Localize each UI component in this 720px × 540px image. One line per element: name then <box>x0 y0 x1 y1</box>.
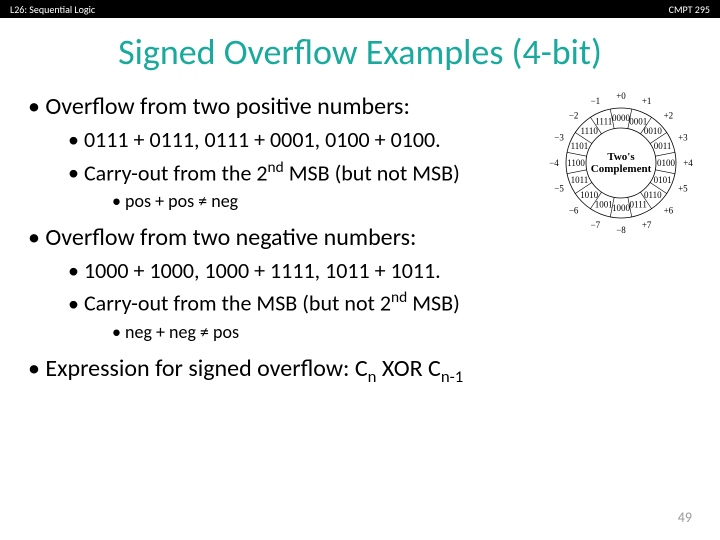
wheel-bin-label: 0111 <box>630 200 647 210</box>
wheel-dec-label: +7 <box>642 220 652 230</box>
wheel-dec-label: −5 <box>554 184 564 194</box>
wheel-center-line2: Complement <box>591 163 652 175</box>
wheel-dec-label: −1 <box>591 96 601 106</box>
wheel-bin-label: 1100 <box>567 158 585 168</box>
wheel-bin-label: 0110 <box>644 190 662 200</box>
wheel-bin-label: 1000 <box>612 203 631 213</box>
slide: L26: Sequential Logic CMPT 295 Signed Ov… <box>0 0 720 540</box>
wheel-bin-label: 1011 <box>571 175 589 185</box>
top-bar: L26: Sequential Logic CMPT 295 <box>0 0 720 18</box>
wheel-bin-label: 1101 <box>571 141 589 151</box>
header-left: L26: Sequential Logic <box>10 3 95 16</box>
bullet-negative-carry: Carry-out from the MSB (but not 2nd MSB) <box>68 288 700 317</box>
slide-title: Signed Overflow Examples (4-bit) <box>0 30 720 74</box>
wheel-dec-label: −8 <box>616 225 626 235</box>
wheel-bin-label: 1001 <box>595 200 613 210</box>
wheel-dec-label: +6 <box>664 205 674 215</box>
wheel-bin-label: 0010 <box>644 126 663 136</box>
wheel-bin-label: 1110 <box>581 126 599 136</box>
bullet-negative-examples: 1000 + 1000, 1000 + 1111, 1011 + 1011. <box>68 257 700 285</box>
wheel-dec-label: +1 <box>642 96 652 106</box>
wheel-bin-label: 1111 <box>595 116 612 126</box>
wheel-dec-label: +5 <box>678 184 688 194</box>
wheel-dec-label: +0 <box>616 91 626 101</box>
wheel-bin-label: 0101 <box>654 175 672 185</box>
slide-number: 49 <box>678 509 692 526</box>
wheel-dec-label: −6 <box>569 205 579 215</box>
bullet-expression: Expression for signed overflow: Cn XOR C… <box>28 354 700 387</box>
wheel-dec-label: +3 <box>678 132 688 142</box>
wheel-bin-label: 1010 <box>580 190 599 200</box>
twos-complement-wheel: 000000010010 0011 0100 0101 0110011110001001… <box>536 78 706 248</box>
wheel-bin-label: 0011 <box>654 141 672 151</box>
wheel-dec-label: +2 <box>664 111 674 121</box>
wheel-dec-label: −4 <box>549 158 559 168</box>
wheel-dec-label: −2 <box>569 111 579 121</box>
wheel-bin-label: 0001 <box>629 116 647 126</box>
wheel-dec-label: −3 <box>554 132 564 142</box>
header-right: CMPT 295 <box>669 3 710 16</box>
wheel-bin-label: 0000 <box>612 113 631 123</box>
wheel-bin-label: 0100 <box>657 158 676 168</box>
wheel-center-line1: Two's <box>607 151 635 163</box>
bullet-negative-rule: neg + neg ≠ pos <box>112 321 700 344</box>
wheel-dec-label: +4 <box>683 158 693 168</box>
wheel-dec-label: −7 <box>591 220 601 230</box>
